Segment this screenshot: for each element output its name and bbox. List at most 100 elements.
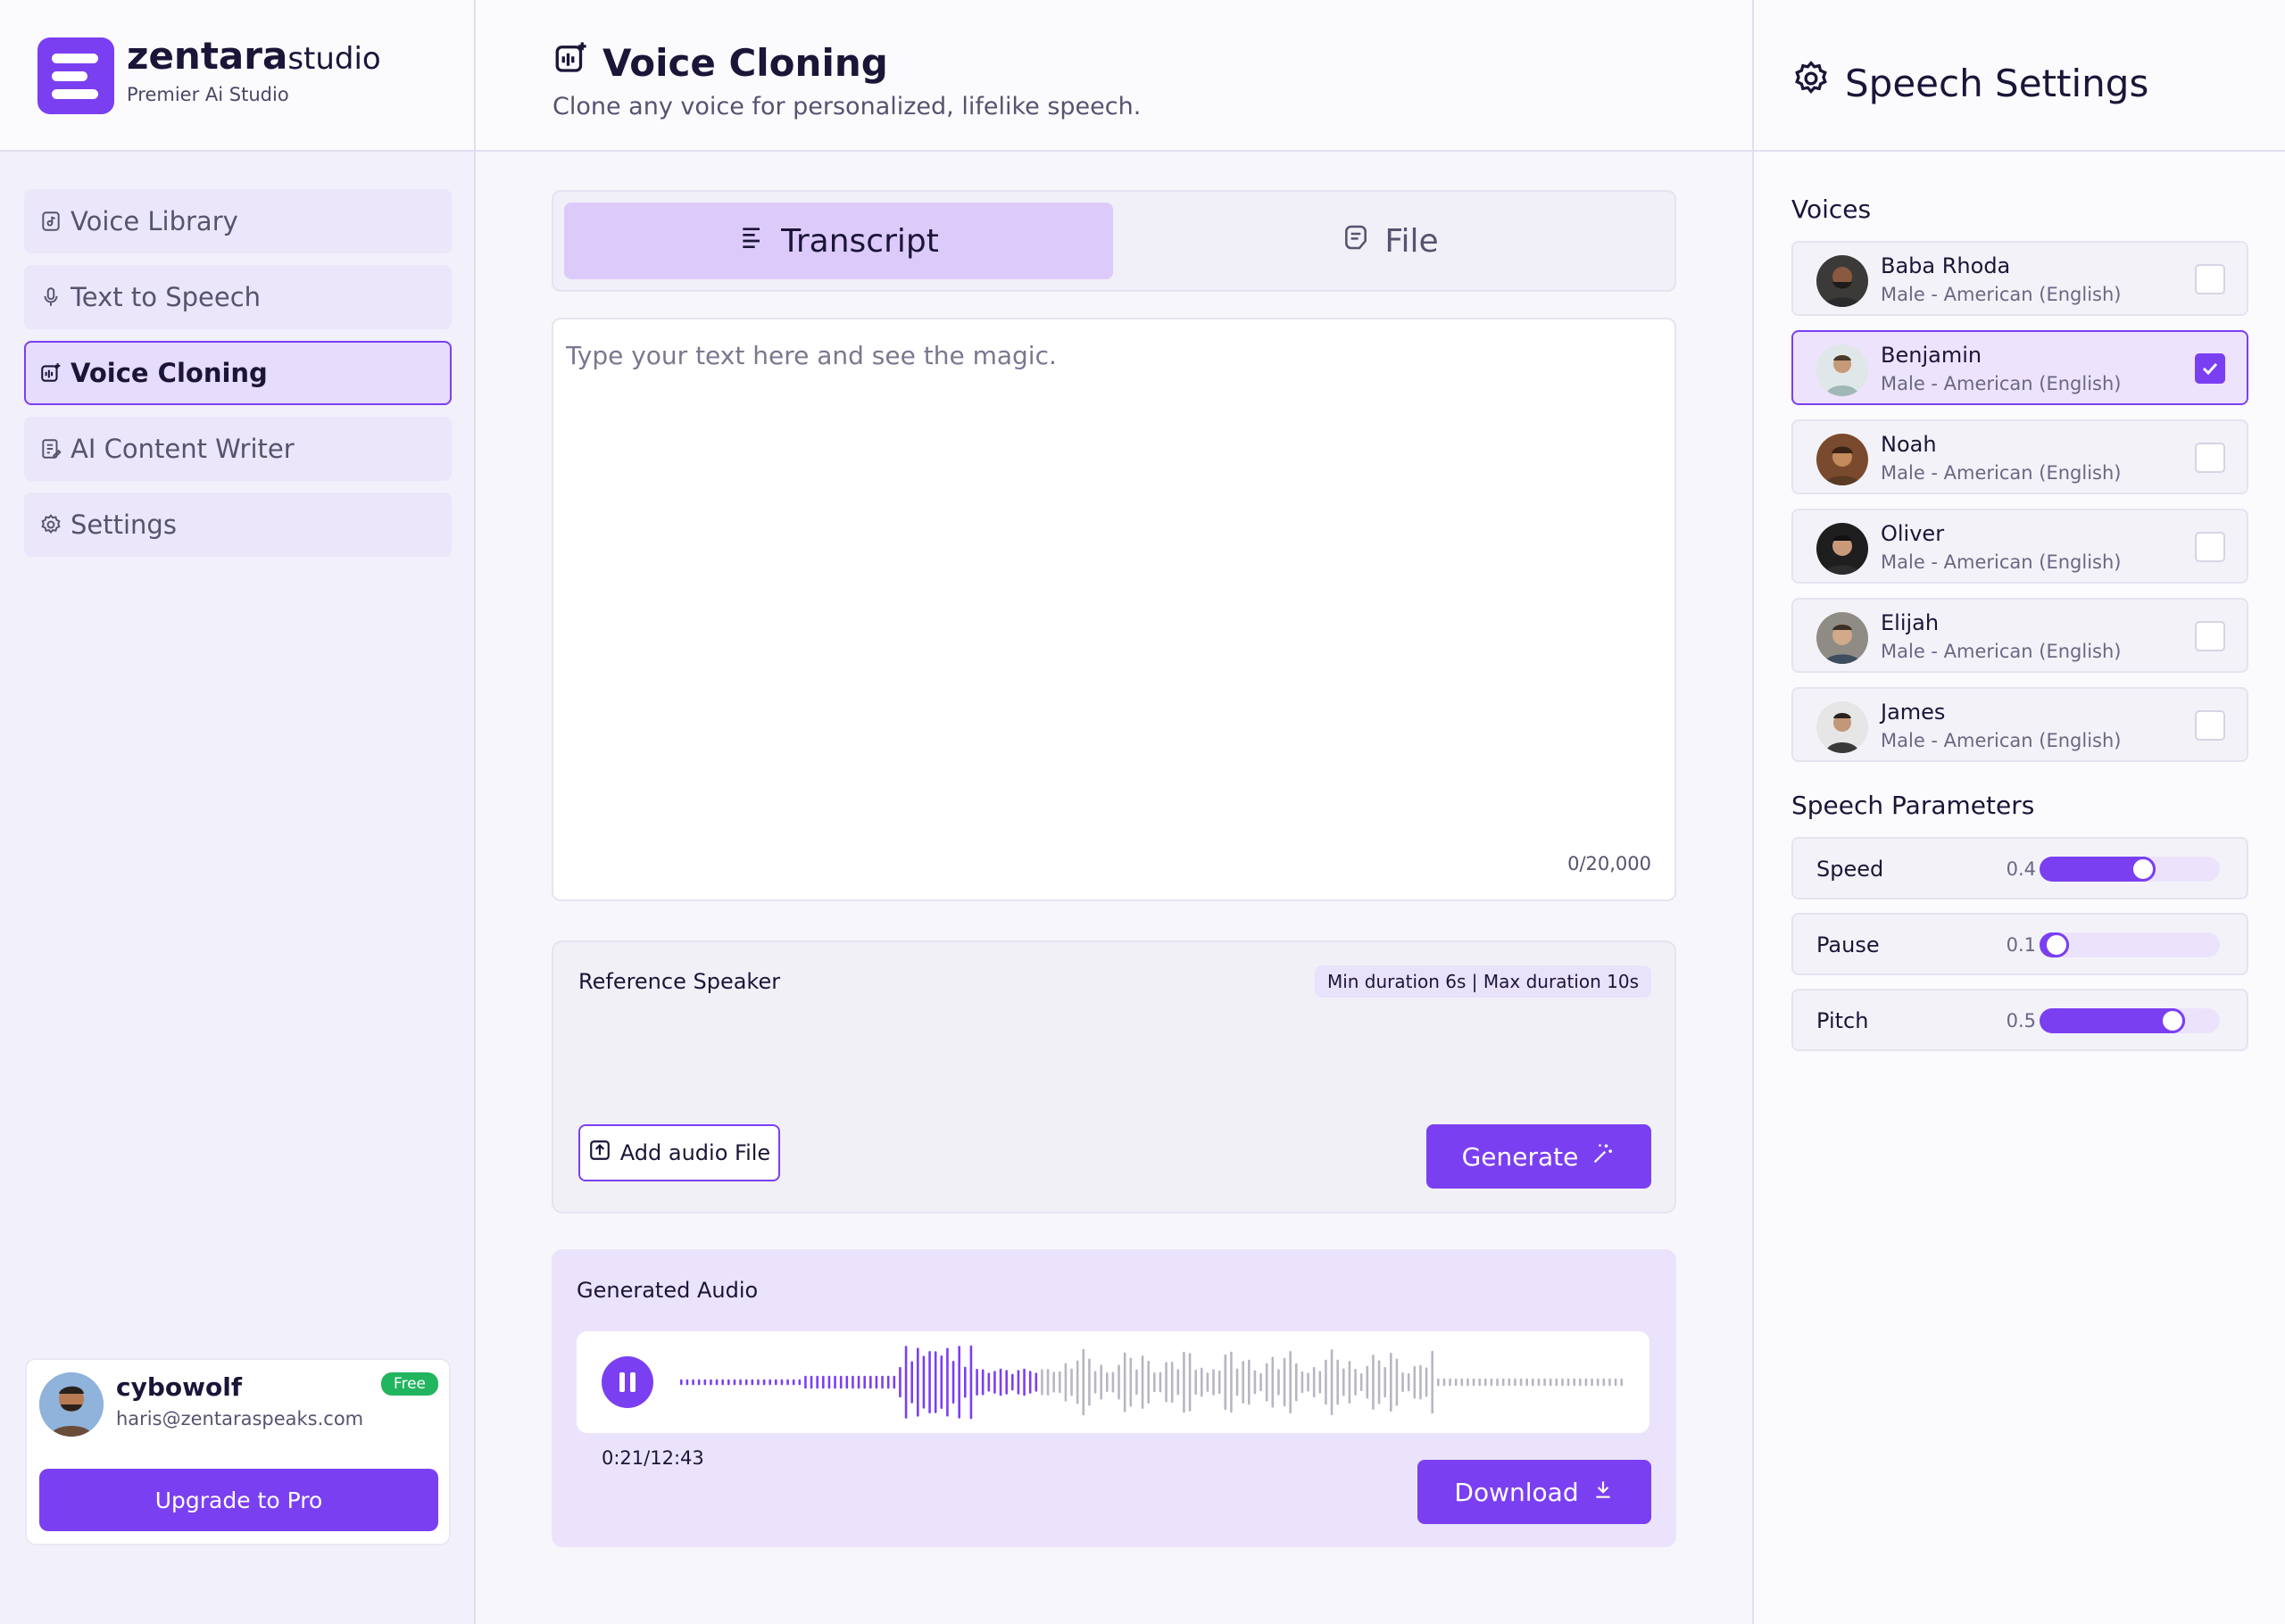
voice-name: Noah [1881, 432, 1937, 457]
audio-player [577, 1331, 1649, 1433]
brand-header: zentarastudio Premier Ai Studio [0, 0, 474, 152]
voice-avatar [1816, 344, 1868, 396]
main-content: Voice Cloning Clone any voice for person… [476, 0, 1752, 1624]
voice-checkbox[interactable] [2195, 264, 2225, 294]
checkmark-icon [2202, 362, 2218, 376]
user-email: haris@zentaraspeaks.com [116, 1408, 364, 1429]
generate-button[interactable]: Generate [1426, 1124, 1651, 1189]
voice-name: Baba Rhoda [1881, 253, 2011, 278]
gear-icon [1791, 59, 1831, 107]
voice-checkbox[interactable] [2195, 443, 2225, 473]
text-lines-icon [738, 223, 767, 260]
user-name: cybowolf [116, 1372, 243, 1402]
voice-name: Elijah [1881, 610, 1940, 635]
voice-card-oliver[interactable]: Oliver Male - American (English) [1791, 509, 2248, 584]
brand-name: zentarastudio [127, 34, 381, 78]
reference-speaker-title: Reference Speaker [578, 969, 781, 994]
page-title: Voice Cloning [553, 39, 888, 86]
add-audio-file-button[interactable]: Add audio File [578, 1124, 780, 1181]
file-icon [1342, 223, 1370, 260]
duration-note: Min duration 6s | Max duration 10s [1314, 965, 1651, 998]
music-file-icon [38, 209, 63, 234]
voice-card-elijah[interactable]: Elijah Male - American (English) [1791, 598, 2248, 673]
voice-avatar [1816, 255, 1868, 307]
brand-tagline: Premier Ai Studio [127, 84, 289, 105]
voice-checkbox[interactable] [2195, 532, 2225, 562]
param-speed: Speed 0.4 [1791, 837, 2248, 899]
param-value: 0.5 [2006, 1010, 2036, 1032]
nav-label: Voice Cloning [71, 358, 268, 388]
nav-item-ai-content-writer[interactable]: AI Content Writer [24, 417, 452, 481]
mic-icon [38, 285, 63, 310]
plan-badge: Free [380, 1372, 438, 1396]
speech-settings-header: Speech Settings [1754, 0, 2285, 152]
speed-slider[interactable] [2040, 857, 2220, 882]
voice-avatar [1816, 701, 1868, 753]
param-value: 0.4 [2006, 858, 2036, 880]
voice-card-james[interactable]: James Male - American (English) [1791, 687, 2248, 762]
voice-name: James [1881, 700, 1946, 725]
slider-knob[interactable] [2043, 932, 2069, 957]
speech-settings-panel: Speech Settings Voices Baba Rhoda Male -… [1752, 0, 2285, 1624]
generated-audio-title: Generated Audio [577, 1278, 759, 1303]
voice-description: Male - American (English) [1881, 641, 2122, 662]
voice-clone-icon [553, 39, 590, 86]
pitch-slider[interactable] [2040, 1008, 2220, 1033]
nav-item-text-to-speech[interactable]: Text to Speech [24, 265, 452, 329]
voice-description: Male - American (English) [1881, 462, 2122, 484]
voice-avatar [1816, 612, 1868, 664]
reference-speaker-panel: Reference Speaker Min duration 6s | Max … [552, 940, 1676, 1214]
voice-clone-icon [38, 360, 63, 385]
tab-file[interactable]: File [1116, 203, 1665, 279]
pause-slider[interactable] [2040, 932, 2220, 957]
voice-name: Oliver [1881, 521, 1945, 546]
voice-avatar [1816, 434, 1868, 485]
voice-checkbox[interactable] [2195, 353, 2225, 384]
param-name: Pitch [1816, 1008, 1869, 1033]
nav-item-settings[interactable]: Settings [24, 493, 452, 557]
transcript-editor: 0/20,000 [552, 318, 1676, 901]
upload-icon [588, 1139, 611, 1167]
param-pause: Pause 0.1 [1791, 913, 2248, 975]
input-tabs: Transcript File [552, 190, 1676, 292]
tab-transcript[interactable]: Transcript [564, 203, 1113, 279]
generated-audio-panel: Generated Audio 0:21/12:43 Download [552, 1249, 1676, 1547]
audio-waveform[interactable] [678, 1342, 1624, 1422]
param-pitch: Pitch 0.5 [1791, 989, 2248, 1051]
voice-checkbox[interactable] [2195, 621, 2225, 651]
nav-label: Text to Speech [71, 282, 262, 312]
upgrade-button[interactable]: Upgrade to Pro [39, 1469, 438, 1531]
pause-button[interactable] [602, 1356, 653, 1408]
nav-label: Settings [71, 510, 177, 540]
speech-parameters-title: Speech Parameters [1791, 791, 2035, 820]
sidebar: zentarastudio Premier Ai Studio Voice Li… [0, 0, 476, 1624]
nav-item-voice-cloning[interactable]: Voice Cloning [24, 341, 452, 405]
transcript-input[interactable] [566, 341, 1637, 823]
character-counter: 0/20,000 [1567, 853, 1651, 874]
download-button[interactable]: Download [1417, 1460, 1651, 1524]
voice-card-baba-rhoda[interactable]: Baba Rhoda Male - American (English) [1791, 241, 2248, 316]
voice-description: Male - American (English) [1881, 284, 2122, 305]
param-name: Speed [1816, 857, 1884, 882]
speech-settings-title: Speech Settings [1791, 59, 2148, 107]
voice-description: Male - American (English) [1881, 373, 2122, 394]
voice-card-benjamin[interactable]: Benjamin Male - American (English) [1791, 330, 2248, 405]
voice-card-noah[interactable]: Noah Male - American (English) [1791, 419, 2248, 494]
zentara-logo[interactable] [37, 37, 114, 114]
voice-description: Male - American (English) [1881, 551, 2122, 573]
slider-knob[interactable] [2159, 1008, 2185, 1033]
param-name: Pause [1816, 932, 1880, 957]
voices-title: Voices [1791, 195, 1872, 224]
document-edit-icon [38, 436, 63, 461]
user-profile-card: cybowolf haris@zentaraspeaks.com Free Up… [25, 1358, 451, 1545]
voice-name: Benjamin [1881, 343, 1982, 368]
voice-checkbox[interactable] [2195, 710, 2225, 741]
slider-knob[interactable] [2131, 857, 2156, 882]
voice-avatar [1816, 523, 1868, 575]
user-avatar[interactable] [39, 1372, 104, 1437]
gear-icon [38, 512, 63, 537]
param-value: 0.1 [2006, 934, 2036, 956]
nav-label: AI Content Writer [71, 434, 295, 464]
nav-item-voice-library[interactable]: Voice Library [24, 189, 452, 253]
page-header: Voice Cloning Clone any voice for person… [476, 0, 1752, 152]
